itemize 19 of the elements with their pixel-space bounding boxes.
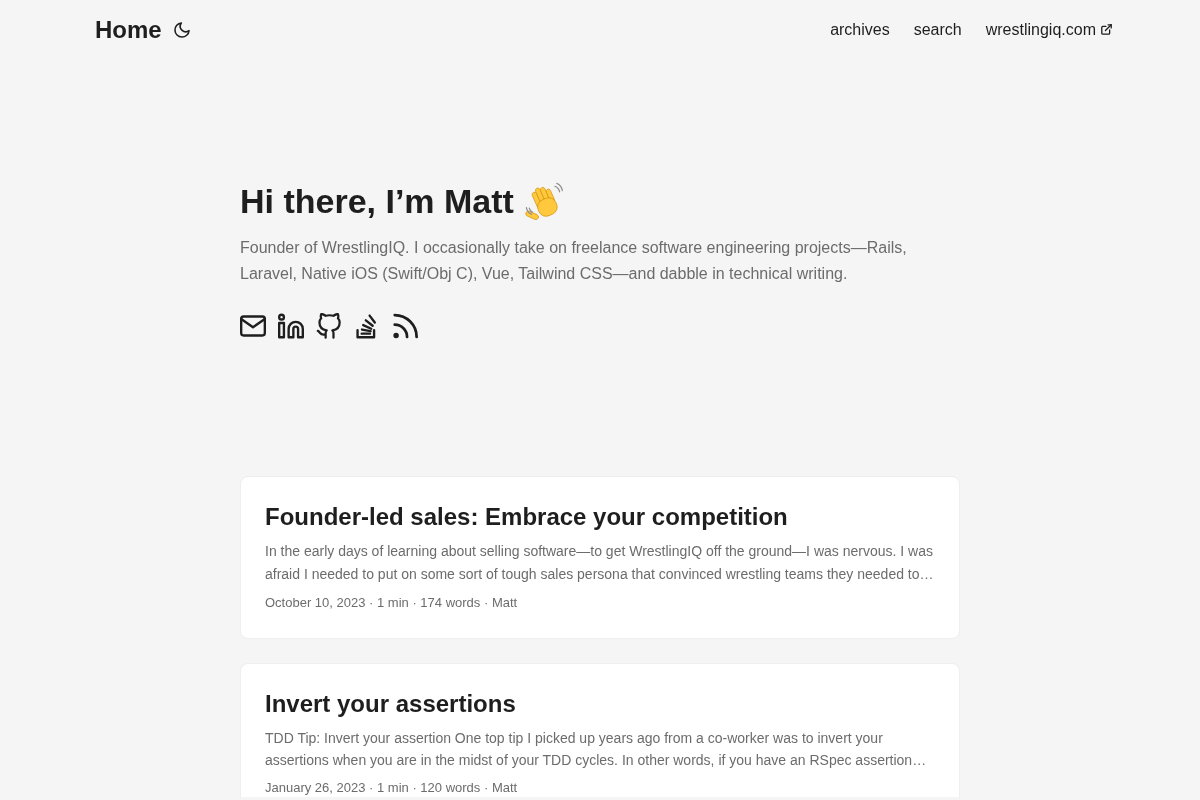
envelope-icon[interactable] xyxy=(240,313,266,340)
intro-text: Founder of WrestlingIQ. I occasionally take on freelance software engineering projects—Rails, Laravel, Native iOS (Swift/Obj C), Vue, Tailwind CSS—and dabble in technical writing. xyxy=(240,238,908,284)
home-link[interactable]: Home xyxy=(95,15,162,45)
nav-link[interactable]: archives xyxy=(830,19,890,41)
linkedin-icon[interactable] xyxy=(278,313,304,340)
post-meta: January 26, 2023 · 1 min · 120 words · Matt xyxy=(265,779,519,797)
post-meta: October 10, 2023 · 1 min · 174 words · Matt xyxy=(265,593,519,612)
rss-icon[interactable] xyxy=(392,313,418,340)
github-icon[interactable] xyxy=(316,313,342,340)
nav-link[interactable]: search xyxy=(913,19,962,41)
nav-link[interactable]: wrestlingiq.com xyxy=(985,19,1112,41)
external-link-icon[interactable] xyxy=(1101,24,1112,36)
hero-title: Hi there, I’m Matt xyxy=(240,180,514,222)
post-title: Invert your assertions xyxy=(265,688,517,719)
waving-hand-icon xyxy=(524,181,563,220)
post-title: Founder-led sales: Embrace your competition xyxy=(265,502,789,532)
post-summary: In the early days of learning about selling software—to get WrestlingIQ off the ground—I was nervous. I was afraid I needed to put on some sort of tough sales persona that convinced wrestling teams they needed to… xyxy=(265,542,935,584)
moon-icon[interactable] xyxy=(173,22,190,38)
post-summary: TDD Tip: Invert your assertion One top tip I picked up years ago from a co-worker was to invert your assertions when you are in the midst of your TDD cycles. In other words, if you have an RSpec assertion… xyxy=(265,728,928,771)
